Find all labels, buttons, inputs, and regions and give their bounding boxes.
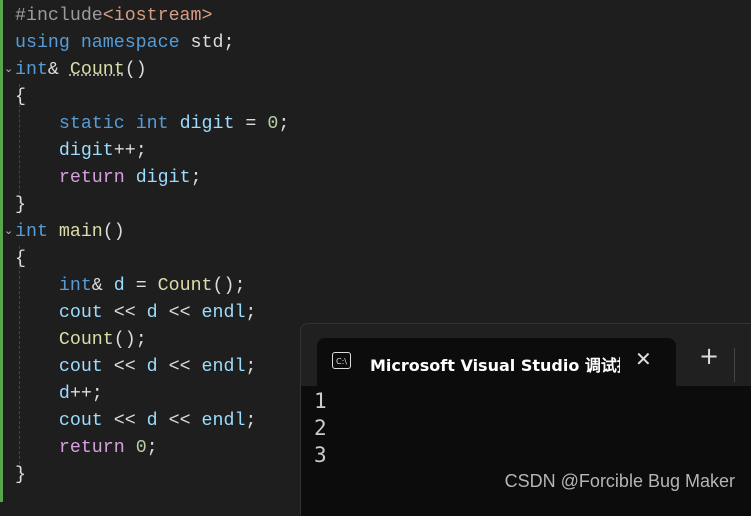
code-token: = [234,114,268,134]
code-line[interactable]: int& d = Count(); [15,273,246,300]
code-token: () [124,60,147,80]
code-line[interactable]: cout << d << endl; [15,300,257,327]
code-token: main [58,222,103,242]
code-token: } [15,195,26,215]
code-token: static [15,114,136,134]
code-token: (); [113,330,147,350]
fold-chevron-icon[interactable]: ⌄ [4,62,13,75]
code-token: d [113,276,125,296]
code-token: ; [245,303,257,323]
code-token: int [15,60,48,80]
code-token: cout [15,411,103,431]
code-line[interactable]: d++; [15,381,103,408]
code-token: d [146,303,158,323]
code-line[interactable]: Count(); [15,327,147,354]
code-token: ; [146,438,158,458]
code-token: { [15,87,26,107]
output-line: 2 [314,416,327,440]
code-token: << [157,357,202,377]
code-token: return [15,438,136,458]
code-token: digit [135,168,191,188]
code-token: 0 [135,438,147,458]
code-token: return [15,168,136,188]
new-tab-button[interactable]: + [699,344,719,368]
code-line[interactable]: cout << d << endl; [15,408,257,435]
terminal-icon: C:\ [332,352,351,369]
code-token: digit [179,114,235,134]
code-token: ; [245,357,257,377]
code-line[interactable]: #include<iostream> [15,3,212,30]
code-token: namespace [80,33,191,53]
code-token: <iostream> [102,6,213,26]
code-token: int [135,114,180,134]
code-token: ; [278,114,290,134]
code-token: { [15,249,26,269]
code-token: #include [15,6,103,26]
code-token: & [47,60,70,80]
code-token: d [15,384,70,404]
terminal-output[interactable]: 1 2 3 [301,386,751,516]
code-token: = [124,276,158,296]
code-token: d [146,411,158,431]
code-token: endl [201,303,246,323]
divider [734,348,735,382]
code-token: ; [245,411,257,431]
code-token: digit [15,141,114,161]
code-line[interactable]: digit++; [15,138,147,165]
code-token: 0 [267,114,279,134]
code-token: std; [190,33,235,53]
code-line[interactable]: static int digit = 0; [15,111,289,138]
code-token: int [15,222,59,242]
code-token: ++; [69,384,103,404]
change-indicator-bar [0,0,3,502]
code-token: (); [212,276,246,296]
tab-title: Microsoft Visual Studio 调试控制台 [370,356,620,375]
code-token: ; [190,168,202,188]
output-line: 3 [314,443,327,467]
code-token: << [157,303,202,323]
close-tab-button[interactable]: ✕ [635,347,652,371]
code-line[interactable]: int& Count() [15,57,147,84]
code-token: endl [201,411,246,431]
code-line[interactable]: return digit; [15,165,202,192]
code-token: } [15,465,26,485]
code-line[interactable]: } [15,192,26,219]
code-token: << [102,303,147,323]
watermark: CSDN @Forcible Bug Maker [504,471,735,491]
code-token: cout [15,303,103,323]
code-line[interactable]: { [15,246,26,273]
code-token: ++; [113,141,147,161]
fold-chevron-icon[interactable]: ⌄ [4,224,13,237]
code-token: d [146,357,158,377]
code-line[interactable]: { [15,84,26,111]
code-token: endl [201,357,246,377]
code-token: Count [69,60,125,80]
output-line: 1 [314,389,327,413]
code-token: int [15,276,92,296]
code-token: Count [157,276,213,296]
code-token: << [102,357,147,377]
code-token: using [15,33,81,53]
code-line[interactable]: } [15,462,26,489]
code-line[interactable]: return 0; [15,435,158,462]
code-token: Count [15,330,114,350]
code-token: & [91,276,114,296]
code-token: cout [15,357,103,377]
code-line[interactable]: using namespace std; [15,30,234,57]
terminal-tab[interactable]: C:\ Microsoft Visual Studio 调试控制台 ✕ [317,338,676,386]
code-token: << [102,411,147,431]
code-line[interactable]: int main() [15,219,125,246]
code-line[interactable]: cout << d << endl; [15,354,257,381]
code-token: () [102,222,125,242]
code-token: << [157,411,202,431]
